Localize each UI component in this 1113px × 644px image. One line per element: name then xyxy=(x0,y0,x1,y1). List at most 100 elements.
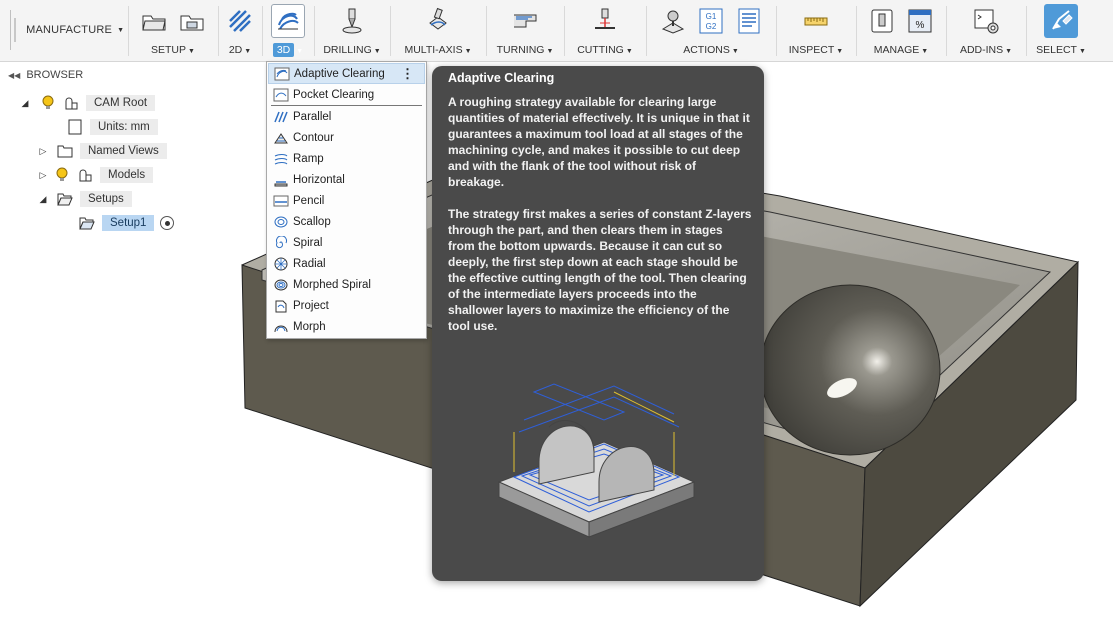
menu-item-morphed-spiral[interactable]: Morphed Spiral xyxy=(268,274,425,295)
parallel-icon xyxy=(272,109,290,125)
tool-library-icon[interactable] xyxy=(865,4,899,38)
menu-item-scallop[interactable]: Scallop xyxy=(268,211,425,232)
workspace-switcher[interactable]: MANUFACTURE ▼ xyxy=(10,10,124,50)
menu-item-adaptive-clearing[interactable]: Adaptive Clearing ⋮ xyxy=(268,63,425,84)
manage-menu-label: MANAGE xyxy=(873,44,920,56)
expand-down-icon[interactable]: ◢ xyxy=(18,98,32,109)
post-process-icon[interactable]: G1 G2 xyxy=(694,4,728,38)
measure-icon[interactable] xyxy=(799,4,833,38)
setup-sheet-doc-icon[interactable] xyxy=(732,4,766,38)
cutting-group[interactable]: CUTTING ▼ xyxy=(564,0,646,62)
chevron-down-icon: ▼ xyxy=(117,26,124,34)
tree-node-setup1[interactable]: Setup1 xyxy=(72,213,175,233)
menu-item-label: Horizontal xyxy=(293,173,345,186)
adaptive-clearing-illustration xyxy=(497,383,696,538)
svg-text:G1: G1 xyxy=(706,12,717,21)
open-folder-icon xyxy=(78,215,96,231)
menu-item-label: Adaptive Clearing xyxy=(294,67,385,80)
menu-item-pocket-clearing[interactable]: Pocket Clearing xyxy=(268,84,425,105)
morphed-spiral-icon xyxy=(272,277,290,293)
tree-label: Models xyxy=(100,167,154,183)
tree-label: CAM Root xyxy=(86,95,156,111)
multi-axis-group[interactable]: MULTI-AXIS ▼ xyxy=(390,0,486,62)
turning-icon[interactable] xyxy=(508,4,542,38)
open-folder-icon xyxy=(56,191,74,207)
2d-adaptive-icon[interactable] xyxy=(223,4,257,38)
menu-item-radial[interactable]: Radial xyxy=(268,253,425,274)
expand-down-icon[interactable]: ◢ xyxy=(36,194,50,205)
spiral-icon xyxy=(272,235,290,251)
component-icon xyxy=(62,95,80,111)
tool-tooltip: Adaptive Clearing A roughing strategy av… xyxy=(432,66,764,581)
more-options-icon[interactable]: ⋮ xyxy=(401,66,414,82)
activate-radio-icon[interactable] xyxy=(160,216,175,230)
new-setup-icon[interactable] xyxy=(137,4,171,38)
actions-group[interactable]: G1 G2 ACTIONS ▼ xyxy=(646,0,776,62)
menu-item-spiral[interactable]: Spiral xyxy=(268,232,425,253)
multi-axis-icon[interactable] xyxy=(421,4,455,38)
menu-item-label: Pocket Clearing xyxy=(293,88,375,101)
2d-menu-label: 2D xyxy=(228,44,243,56)
radial-icon xyxy=(272,256,290,272)
menu-item-horizontal[interactable]: Horizontal xyxy=(268,169,425,190)
inspect-group[interactable]: INSPECT ▼ xyxy=(776,0,856,62)
menu-item-label: Radial xyxy=(293,257,326,270)
tree-node-cam-root[interactable]: ◢ CAM Root xyxy=(18,93,156,113)
tooltip-title: Adaptive Clearing xyxy=(448,71,555,85)
tree-node-named-views[interactable]: ▷ Named Views xyxy=(36,141,167,161)
visibility-bulb-icon[interactable] xyxy=(54,167,70,183)
project-icon xyxy=(272,298,290,314)
manage-group[interactable]: % MANAGE ▼ xyxy=(856,0,946,62)
tree-node-units[interactable]: Units: mm xyxy=(60,117,158,137)
cutting-menu-label: CUTTING xyxy=(577,44,624,56)
adaptive-clearing-icon xyxy=(273,66,291,82)
select-arrow-icon[interactable] xyxy=(1044,4,1078,38)
actions-menu-label: ACTIONS xyxy=(683,44,730,56)
menu-item-project[interactable]: Project xyxy=(268,295,425,316)
2d-group[interactable]: 2D ▼ xyxy=(218,0,262,62)
drill-icon[interactable] xyxy=(335,4,369,38)
svg-text:G2: G2 xyxy=(706,22,717,31)
inspect-menu-label: INSPECT xyxy=(788,44,835,56)
multi-axis-menu-label: MULTI-AXIS xyxy=(404,44,463,56)
add-ins-menu-label: ADD-INS xyxy=(959,44,1004,56)
setup-group[interactable]: SETUP ▼ xyxy=(128,0,218,62)
tooltip-paragraph-2: The strategy first makes a series of con… xyxy=(448,207,752,333)
menu-item-contour[interactable]: Contour xyxy=(268,127,425,148)
tree-node-models[interactable]: ▷ Models xyxy=(36,165,154,185)
grip-handle[interactable] xyxy=(14,18,17,42)
3d-group[interactable]: 3D ▼ xyxy=(262,0,314,62)
tree-label: Setup1 xyxy=(102,215,155,231)
horizontal-icon xyxy=(272,172,290,188)
folder-icon xyxy=(56,143,74,159)
setup-menu-label: SETUP xyxy=(151,44,187,56)
select-group[interactable]: SELECT ▼ xyxy=(1026,0,1096,62)
contour-icon xyxy=(272,130,290,146)
document-icon xyxy=(66,119,84,135)
add-ins-group[interactable]: ADD-INS ▼ xyxy=(946,0,1026,62)
turning-group[interactable]: TURNING ▼ xyxy=(486,0,564,62)
ramp-icon xyxy=(272,151,290,167)
expand-right-icon[interactable]: ▷ xyxy=(36,146,50,157)
scripts-addins-icon[interactable] xyxy=(969,4,1003,38)
drilling-group[interactable]: DRILLING ▼ xyxy=(314,0,390,62)
simulate-icon[interactable] xyxy=(656,4,690,38)
menu-item-label: Contour xyxy=(293,131,334,144)
template-library-icon[interactable]: % xyxy=(903,4,937,38)
browser-header[interactable]: ◀◀ BROWSER xyxy=(0,64,300,86)
setup-sheet-icon[interactable] xyxy=(175,4,209,38)
menu-item-label: Parallel xyxy=(293,110,332,123)
expand-right-icon[interactable]: ▷ xyxy=(36,170,50,181)
menu-item-ramp[interactable]: Ramp xyxy=(268,148,425,169)
collapse-panel-icon[interactable]: ◀◀ xyxy=(8,71,20,80)
menu-item-label: Scallop xyxy=(293,215,331,228)
menu-item-morph[interactable]: Morph xyxy=(268,316,425,337)
tree-node-setups[interactable]: ◢ Setups xyxy=(36,189,132,209)
cutting-icon[interactable] xyxy=(588,4,622,38)
workspace-label: MANUFACTURE xyxy=(26,24,113,36)
menu-item-pencil[interactable]: Pencil xyxy=(268,190,425,211)
3d-adaptive-icon[interactable] xyxy=(271,4,305,38)
menu-item-parallel[interactable]: Parallel xyxy=(268,106,425,127)
tree-label: Units: mm xyxy=(90,119,158,135)
visibility-bulb-icon[interactable] xyxy=(40,95,56,111)
